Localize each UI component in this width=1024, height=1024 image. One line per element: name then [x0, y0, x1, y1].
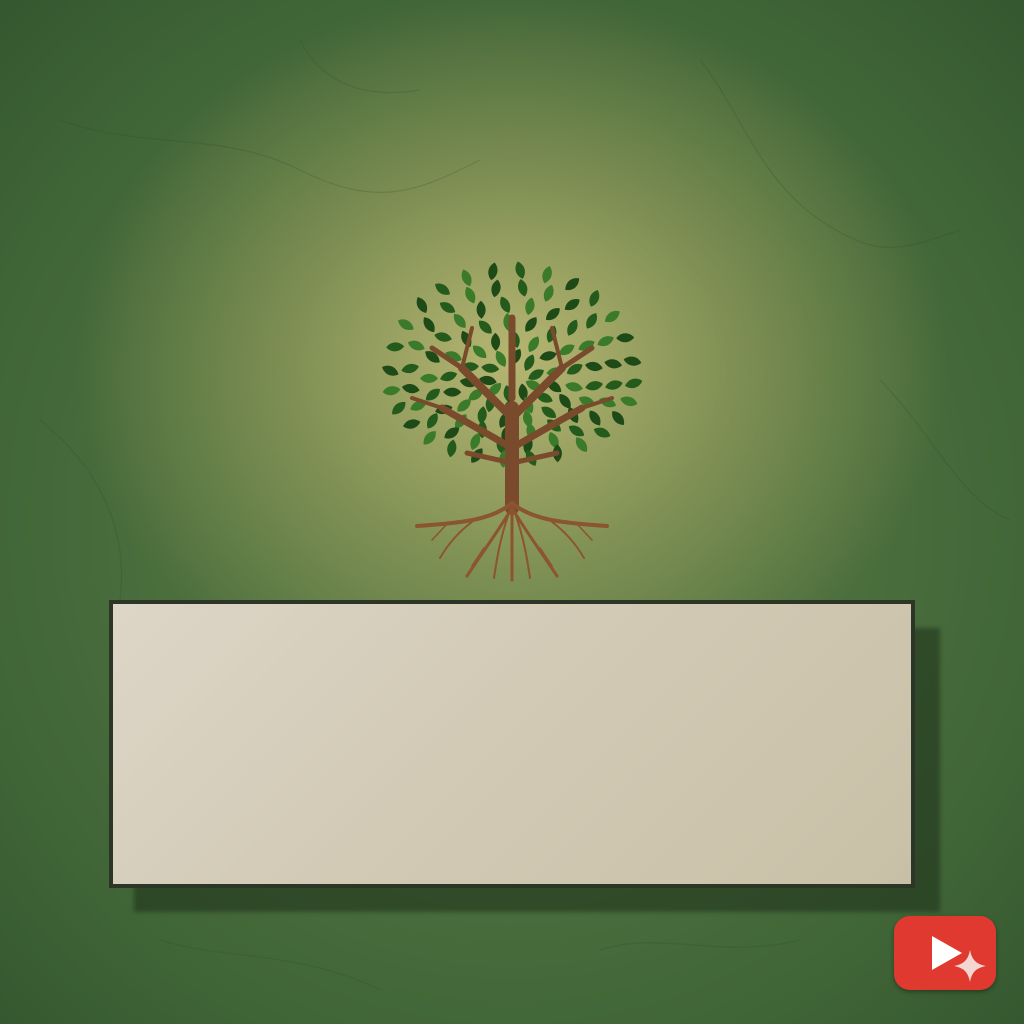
- leaf: [604, 359, 623, 369]
- leaf: [423, 317, 435, 333]
- leaf: [528, 336, 540, 352]
- leaf: [593, 427, 611, 438]
- leaf: [476, 300, 486, 319]
- leaf: [564, 299, 580, 311]
- leaf: [567, 319, 578, 336]
- leaf: [616, 333, 635, 343]
- leaf: [518, 279, 528, 297]
- leaf: [491, 332, 501, 351]
- leaf: [543, 284, 554, 302]
- leaf: [605, 380, 623, 390]
- leaf: [420, 373, 438, 383]
- leaf: [478, 320, 492, 334]
- leaf: [568, 425, 585, 437]
- leaf: [398, 319, 414, 331]
- leaf: [604, 310, 620, 323]
- tree-with-roots-icon: [382, 261, 643, 582]
- leaf: [620, 396, 638, 407]
- leaf: [434, 332, 452, 342]
- leaf: [481, 363, 500, 373]
- tree-roots: [415, 501, 609, 582]
- leaf: [439, 302, 456, 313]
- leaf: [565, 382, 583, 392]
- leaf: [392, 402, 406, 415]
- leaf: [546, 308, 560, 321]
- leaf: [403, 419, 421, 429]
- leaf: [427, 413, 438, 429]
- leaf: [623, 356, 642, 366]
- leaf: [539, 351, 557, 361]
- leaf: [465, 286, 476, 304]
- leaf: [491, 279, 501, 298]
- leaf: [401, 363, 419, 374]
- leaf: [524, 354, 535, 371]
- leaf: [586, 313, 597, 329]
- leaf: [461, 269, 472, 287]
- leaf: [488, 262, 498, 281]
- leaf: [612, 411, 625, 425]
- leaf: [525, 297, 535, 316]
- leaf: [416, 297, 428, 314]
- leaf: [575, 437, 588, 452]
- leaf: [589, 289, 600, 307]
- leaf: [515, 261, 525, 279]
- leaf: [565, 278, 580, 291]
- leaf: [386, 342, 405, 352]
- leaf: [440, 371, 458, 382]
- leaf: [585, 381, 603, 391]
- leaf: [401, 383, 420, 394]
- leaf: [382, 386, 401, 396]
- play-button[interactable]: [894, 916, 996, 990]
- leaf: [542, 265, 552, 284]
- leaf: [453, 313, 466, 328]
- play-icon: [932, 936, 962, 970]
- leaf: [435, 283, 450, 295]
- leaf: [447, 439, 457, 458]
- leaf: [500, 296, 511, 313]
- leaf: [472, 345, 487, 358]
- leaf: [625, 378, 643, 389]
- title-banner: [109, 600, 915, 888]
- leaf: [597, 336, 614, 347]
- leaf: [443, 387, 462, 397]
- leaf: [589, 410, 601, 426]
- leaf: [423, 431, 436, 445]
- leaf: [541, 406, 557, 418]
- leaf: [407, 340, 425, 351]
- leaf: [382, 365, 399, 376]
- leaf: [585, 361, 603, 372]
- banner-text: [113, 604, 911, 884]
- leaf: [525, 317, 537, 332]
